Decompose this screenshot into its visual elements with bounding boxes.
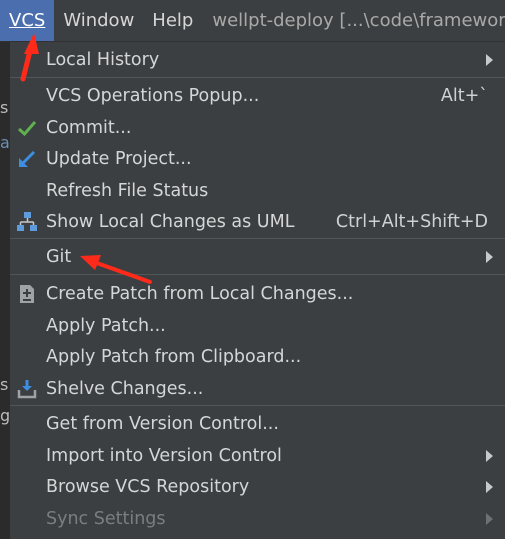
menu-help-label: Help [152, 10, 194, 31]
submenu-arrow-icon [486, 512, 493, 525]
shelve-icon [16, 378, 38, 400]
menu-item-commit[interactable]: Commit... [10, 112, 505, 143]
uml-diagram-icon [16, 211, 38, 233]
patch-icon [16, 283, 38, 305]
menu-item-git[interactable]: Git [10, 241, 505, 272]
menu-separator [10, 274, 505, 275]
menu-item-label: Refresh File Status [46, 180, 209, 201]
shortcut-label: Alt+` [440, 85, 488, 106]
menu-item-label: Show Local Changes as UML [46, 211, 295, 232]
menu-item-apply-patch-clipboard[interactable]: Apply Patch from Clipboard... [10, 341, 505, 372]
menu-item-label: Create Patch from Local Changes... [46, 283, 354, 304]
menu-window[interactable]: Window [54, 0, 143, 41]
menu-item-create-patch[interactable]: Create Patch from Local Changes... [10, 278, 505, 309]
menu-item-show-local-changes-uml[interactable]: Show Local Changes as UML Ctrl+Alt+Shift… [10, 206, 505, 237]
menu-item-update-project[interactable]: Update Project... [10, 143, 505, 174]
menu-item-label: Update Project... [46, 148, 192, 169]
menu-vcs[interactable]: VCS [0, 0, 55, 41]
menu-vcs-label: VCS [9, 10, 46, 31]
menu-item-browse-vcs-repository[interactable]: Browse VCS Repository [10, 471, 505, 502]
shortcut-label: Ctrl+Alt+Shift+D [335, 211, 488, 232]
main-menu-bar: VCS Window Help wellpt-deploy [...\code\… [0, 0, 505, 42]
menu-item-label: Get from Version Control... [46, 413, 279, 434]
submenu-arrow-icon [486, 480, 493, 493]
menu-item-sync-settings: Sync Settings [10, 503, 505, 534]
menu-separator [10, 77, 505, 78]
menu-item-label: Import into Version Control [46, 445, 282, 466]
menu-item-refresh-file-status[interactable]: Refresh File Status [10, 175, 505, 206]
vcs-dropdown-menu: Local History VCS Operations Popup... Al… [9, 42, 505, 539]
menu-item-label: Git [46, 246, 72, 267]
submenu-arrow-icon [486, 449, 493, 462]
menu-separator [10, 238, 505, 239]
menu-item-get-from-vcs[interactable]: Get from Version Control... [10, 408, 505, 439]
menu-item-label: Sync Settings [46, 508, 166, 529]
menu-window-label: Window [63, 10, 135, 31]
menu-item-import-into-vcs[interactable]: Import into Version Control [10, 440, 505, 471]
window-title: wellpt-deploy [...\code\framework [212, 10, 505, 31]
submenu-arrow-icon [486, 53, 493, 66]
menu-item-label: VCS Operations Popup... [46, 85, 260, 106]
menu-item-local-history[interactable]: Local History [10, 44, 505, 75]
menu-item-label: Browse VCS Repository [46, 476, 250, 497]
menu-item-label: Apply Patch from Clipboard... [46, 346, 302, 367]
menu-help[interactable]: Help [143, 0, 202, 41]
menu-item-label: Apply Patch... [46, 315, 166, 336]
update-arrow-icon [16, 148, 38, 170]
menu-separator [10, 405, 505, 406]
menu-item-apply-patch[interactable]: Apply Patch... [10, 310, 505, 341]
editor-text-fragment: s [0, 375, 9, 394]
menu-item-shelve-changes[interactable]: Shelve Changes... [10, 373, 505, 404]
menu-item-label: Commit... [46, 117, 132, 138]
menu-item-vcs-operations-popup[interactable]: VCS Operations Popup... Alt+` [10, 80, 505, 111]
submenu-arrow-icon [486, 250, 493, 263]
menu-item-label: Local History [46, 49, 160, 70]
menu-item-label: Shelve Changes... [46, 378, 204, 399]
checkmark-icon [16, 117, 38, 139]
